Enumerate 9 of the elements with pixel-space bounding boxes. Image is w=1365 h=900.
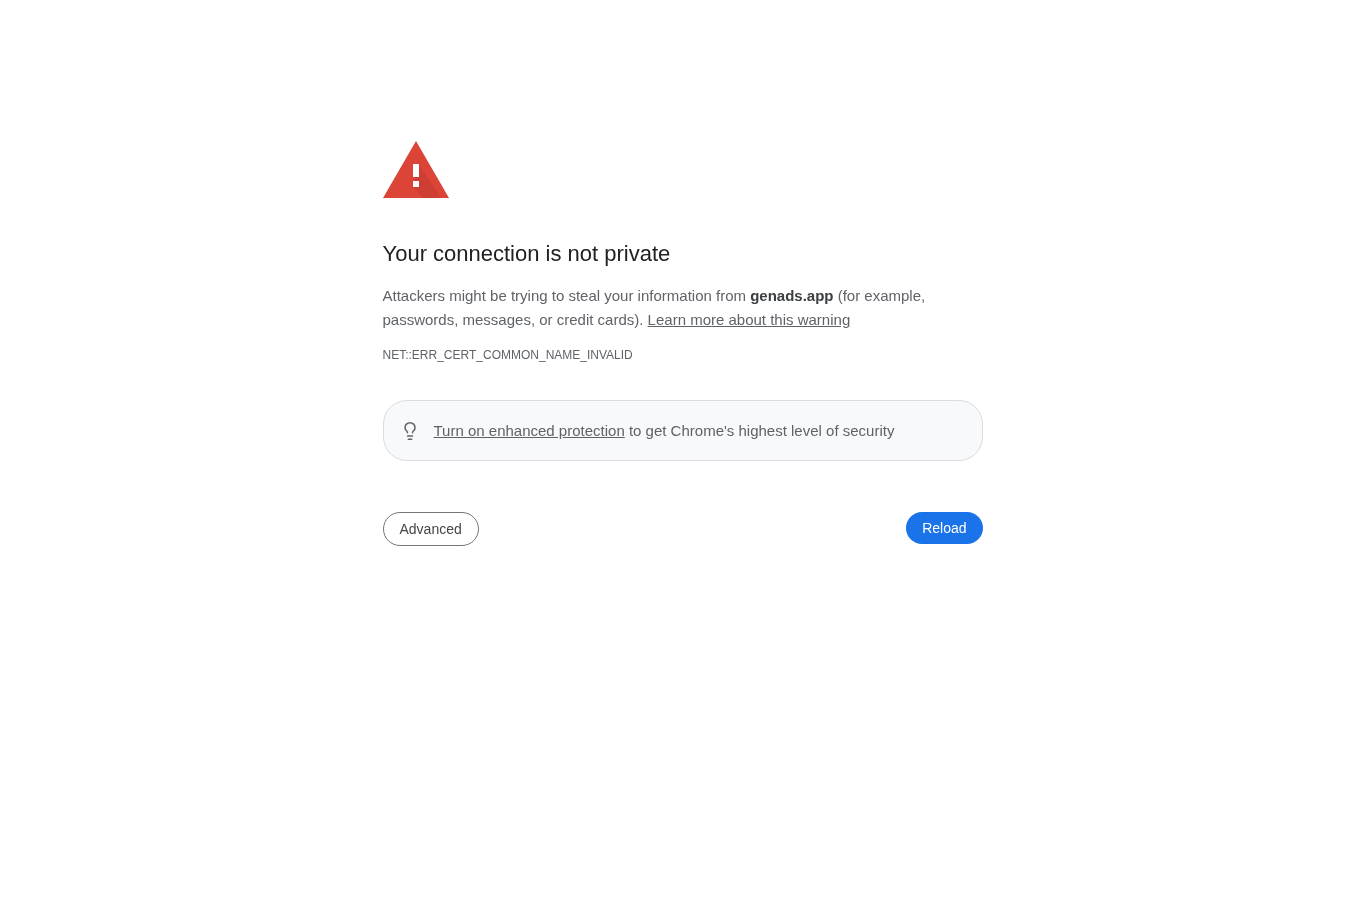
advanced-button[interactable]: Advanced bbox=[382, 512, 479, 546]
reload-button[interactable]: Reload bbox=[906, 512, 983, 544]
enhanced-protection-link[interactable]: Turn on enhanced protection bbox=[433, 421, 625, 439]
warning-message: Attackers might be trying to steal your information from genads.app (for example, passwords, messages, or credit cards). Learn more about this warning bbox=[382, 286, 927, 330]
page-heading: Your connection is not private bbox=[382, 240, 672, 268]
tip-text: Turn on enhanced protection to get Chrome's highest level of security bbox=[433, 420, 895, 441]
learn-more-link[interactable]: Learn more about this warning bbox=[647, 311, 851, 328]
warning-triangle-icon bbox=[382, 141, 449, 198]
error-code: NET::ERR_CERT_COMMON_NAME_INVALID bbox=[382, 347, 634, 363]
